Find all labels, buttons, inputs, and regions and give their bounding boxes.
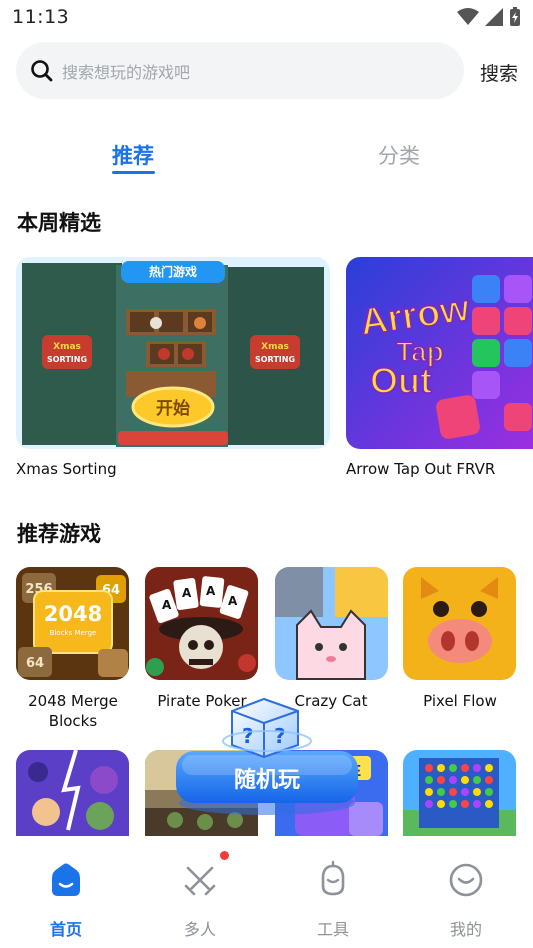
svg-text:SORTING: SORTING	[47, 355, 87, 364]
svg-text:?: ?	[242, 724, 254, 748]
bottom-nav: 首页 多人 工具 我的	[0, 836, 533, 948]
tab-recommend[interactable]: 推荐	[112, 140, 154, 170]
search-placeholder: 搜索想玩的游戏吧	[62, 62, 191, 82]
game-name-2048[interactable]: 2048 Merge Blocks	[8, 691, 138, 731]
dice-icon: ? ?	[222, 697, 312, 759]
game-icon-pirate-poker: A A A A	[145, 567, 258, 680]
game-tile-row2-1[interactable]	[16, 750, 129, 836]
search-button[interactable]: 搜索	[480, 59, 518, 86]
status-time: 11:13	[12, 6, 70, 28]
game-icon-row2-1	[16, 750, 129, 836]
game-tile-pirate-poker[interactable]: A A A A	[145, 567, 258, 680]
game-icon-crazy-cat	[275, 567, 388, 680]
app-screen: 11:13 搜索想玩的游戏吧 搜索 推荐 分类 本周精选 热门游戏 Xmas S…	[0, 0, 533, 948]
svg-text:A: A	[162, 598, 172, 612]
recommended-games-title: 推荐游戏	[17, 522, 101, 546]
bell-tool-icon	[321, 860, 345, 896]
xmas-logo-left: Xmas SORTING	[42, 335, 92, 369]
random-play-graphic: ? ? 随机玩	[176, 697, 358, 815]
tab-category[interactable]: 分类	[378, 140, 420, 170]
game-icon-2048: 256 64 2048 Blocks Merge 64	[16, 567, 129, 680]
svg-text:A: A	[182, 586, 192, 600]
random-play-label: 随机玩	[234, 767, 300, 793]
battery-icon	[510, 7, 520, 26]
multiplayer-badge	[220, 851, 229, 860]
svg-text:2048: 2048	[44, 602, 102, 626]
arrow-tap-out-banner: Arrow Tap Out	[346, 257, 533, 449]
svg-text:Blocks Merge: Blocks Merge	[50, 629, 97, 637]
game-tile-2048[interactable]: 256 64 2048 Blocks Merge 64	[16, 567, 129, 680]
home-icon	[52, 863, 80, 896]
smile-profile-icon	[449, 863, 483, 897]
game-tile-pixel-flow[interactable]	[403, 567, 516, 680]
start-button-label: 开始	[156, 398, 190, 419]
nav-home[interactable]: 首页	[16, 836, 116, 948]
featured-card-xmas-sorting[interactable]: 热门游戏 Xmas SORTING Xmas SORTING 开始	[16, 257, 330, 449]
nav-profile-label: 我的	[449, 920, 482, 939]
featured-name-arrow-tap-out[interactable]: Arrow Tap Out FRVR	[346, 460, 495, 478]
nav-multiplayer-label: 多人	[183, 920, 216, 939]
nav-multiplayer[interactable]: 多人	[150, 836, 250, 948]
hot-games-tag: 热门游戏	[149, 264, 197, 279]
status-bar: 11:13	[0, 0, 533, 36]
svg-text:64: 64	[26, 656, 44, 671]
xmas-sorting-banner: 热门游戏 Xmas SORTING Xmas SORTING 开始	[16, 257, 330, 449]
nav-home-label: 首页	[49, 920, 82, 939]
nav-tools[interactable]: 工具	[283, 836, 383, 948]
svg-text:A: A	[228, 594, 238, 608]
game-tile-row2-4[interactable]	[403, 750, 516, 836]
xmas-logo-right: Xmas SORTING	[250, 335, 300, 369]
svg-text:A: A	[206, 584, 216, 598]
nav-tools-label: 工具	[316, 920, 349, 939]
svg-text:Xmas: Xmas	[53, 342, 81, 352]
swords-icon	[184, 866, 216, 896]
svg-text:Xmas: Xmas	[261, 342, 289, 352]
game-name-pixel-flow[interactable]: Pixel Flow	[395, 691, 525, 711]
weekly-picks-title: 本周精选	[17, 211, 101, 235]
game-icon-row2-4	[403, 750, 516, 836]
game-tile-crazy-cat[interactable]	[275, 567, 388, 680]
random-play-button[interactable]: ? ? 随机玩	[172, 695, 362, 820]
game-icon-pixel-flow	[403, 567, 516, 680]
arrow-logo-line3: Out	[370, 360, 432, 401]
status-icons	[457, 7, 521, 27]
nav-profile[interactable]: 我的	[416, 836, 516, 948]
svg-text:SORTING: SORTING	[255, 355, 295, 364]
wifi-icon	[457, 8, 479, 25]
active-tab-indicator	[112, 171, 155, 174]
signal-icon	[485, 8, 503, 26]
search-input[interactable]: 搜索想玩的游戏吧	[16, 42, 464, 99]
featured-name-xmas-sorting[interactable]: Xmas Sorting	[16, 460, 117, 478]
featured-card-arrow-tap-out[interactable]: Arrow Tap Out	[346, 257, 533, 449]
search-icon	[31, 59, 53, 81]
svg-text:?: ?	[274, 724, 286, 748]
